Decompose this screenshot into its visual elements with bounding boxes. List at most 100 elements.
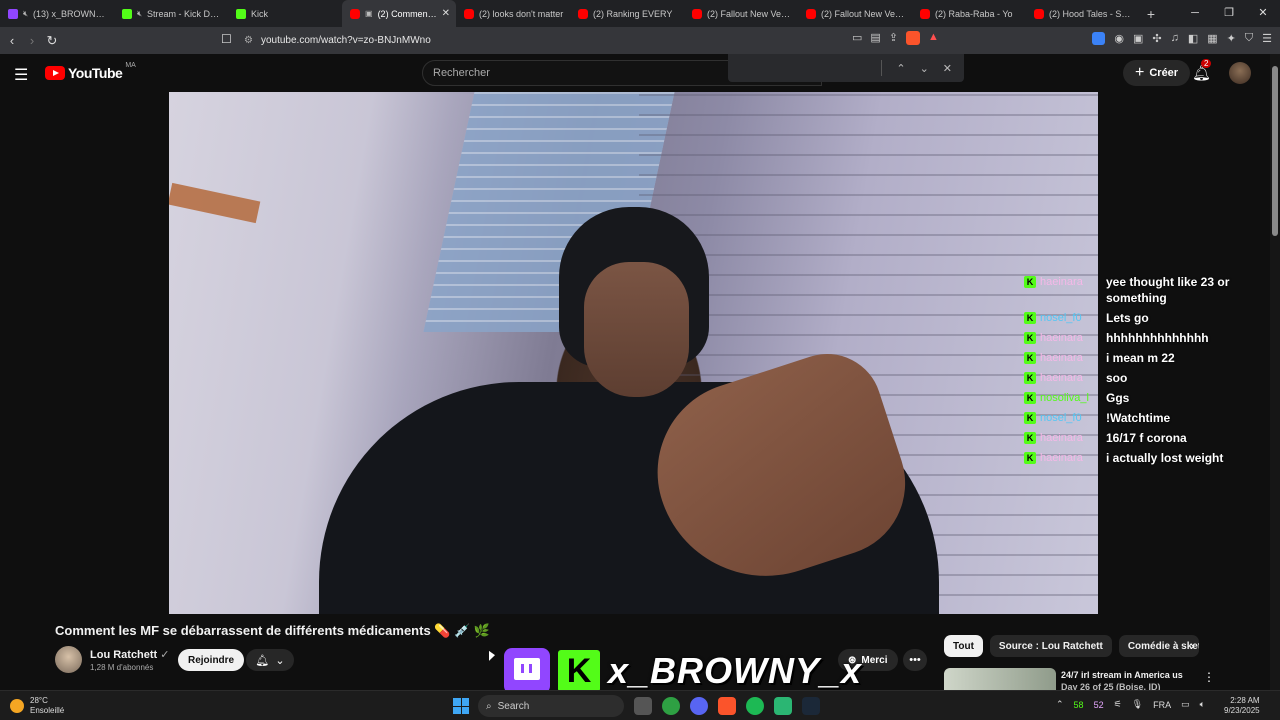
tab-strip: 🔇︎ (13) x_BROWNY_x 🔇︎ Stream - Kick Dash Kic… [0, 0, 1280, 27]
weather-condition: Ensoleillé [30, 706, 65, 715]
browser-tab[interactable]: (2) Fallout New Vegas [798, 0, 912, 27]
language-indicator[interactable]: FRA [1153, 700, 1171, 710]
create-button[interactable]: + Créer [1123, 60, 1191, 86]
new-tab-button[interactable]: + [1140, 6, 1162, 22]
channel-name-text: Lou Ratchett [90, 649, 158, 661]
browser-tab[interactable]: (2) Raba-Raba - Yo [912, 0, 1026, 27]
task-view-icon[interactable] [634, 697, 652, 715]
extension-icon[interactable] [1092, 32, 1106, 45]
stream-chat-overlay: Khaeinara yee thought like 23 or somethin… [1024, 274, 1264, 470]
chat-message: Khaeinara yee thought like 23 or somethin… [1024, 274, 1264, 306]
browser-tab[interactable]: (2) looks don't matter [456, 0, 570, 27]
twitch-icon [8, 8, 18, 19]
menu-icon[interactable]: ☰ [1262, 32, 1272, 45]
kick-icon: K [1024, 432, 1036, 444]
close-tab-icon[interactable]: ✕ [442, 8, 450, 19]
microphone-icon[interactable]: 🎙︎ [1132, 699, 1143, 710]
chat-message: Knosel_f0 !Watchtime [1024, 410, 1264, 426]
sidebar-icon[interactable]: ◧ [1188, 32, 1198, 45]
volume-icon[interactable]: 🔈︎ [1200, 699, 1205, 710]
browser-tab[interactable]: Kick [228, 0, 342, 27]
browser-tab[interactable]: 🔇︎ (13) x_BROWNY_x [0, 0, 114, 27]
chat-message: Khaeinara i actually lost weight [1024, 450, 1264, 466]
browser-tab[interactable]: (2) Fallout New Vegas [684, 0, 798, 27]
leo-icon[interactable]: ✦ [1227, 32, 1236, 45]
filter-chip[interactable]: Source : Lou Ratchett [989, 635, 1112, 657]
find-next-icon[interactable]: ⌄ [920, 62, 929, 75]
extension-icon[interactable]: ▣ [1133, 32, 1143, 45]
recommendation-thumbnail[interactable] [944, 668, 1056, 690]
bookmark-icon[interactable]: ☐ [221, 32, 232, 46]
kick-icon: K [1024, 372, 1036, 384]
kick-icon: K [1024, 452, 1036, 464]
browser-tab[interactable]: 🔇︎ Stream - Kick Dash [114, 0, 228, 27]
tray-overflow-icon[interactable]: ⌃ [1056, 699, 1064, 710]
steam-icon[interactable] [802, 697, 820, 715]
muted-icon[interactable]: 🔇︎ [23, 9, 28, 19]
hamburger-menu-icon[interactable]: ☰ [14, 65, 28, 85]
account-avatar[interactable] [1229, 62, 1251, 84]
brave-browser-icon[interactable] [718, 697, 736, 715]
network-icon[interactable]: ⚟ [1114, 699, 1122, 710]
notifications-button[interactable]: 🔔︎ 2 [1192, 59, 1212, 82]
tab-list: 🔇︎ (13) x_BROWNY_x 🔇︎ Stream - Kick Dash Kic… [0, 0, 1140, 27]
wallet-icon[interactable]: ▦ [1207, 32, 1217, 45]
youtube-icon [692, 8, 702, 19]
temperature: 28°C [30, 696, 48, 705]
reload-icon[interactable]: ↻ [42, 33, 62, 49]
brave-rewards-icon[interactable]: ▲ [928, 31, 939, 45]
puzzle-icon[interactable]: ✣ [1152, 32, 1161, 45]
windows-start-icon[interactable] [453, 698, 469, 714]
cast-icon[interactable]: ▭ [852, 31, 862, 45]
brave-shields-icon[interactable] [906, 31, 921, 45]
chat-message-text: hhhhhhhhhhhhhh [1106, 331, 1209, 345]
weather-widget[interactable]: 28°C Ensoleillé [10, 696, 64, 716]
more-actions-button[interactable]: ••• [903, 649, 927, 671]
filter-chip[interactable]: Comédie à sketch [1118, 635, 1199, 657]
app-icon[interactable] [774, 697, 792, 715]
forward-icon[interactable]: › [22, 33, 42, 48]
window-controls: ─ ❐ ✕ [1178, 0, 1280, 27]
browser-tab[interactable]: (2) Ranking EVERY [570, 0, 684, 27]
minimize-icon[interactable]: ─ [1178, 0, 1212, 27]
reader-mode-icon[interactable]: ▤ [870, 31, 880, 45]
vpn-icon[interactable]: ◉ [1114, 32, 1124, 45]
chevron-right-icon[interactable]: › [1190, 638, 1194, 653]
scrollbar-thumb[interactable] [1272, 66, 1278, 236]
vpn-shield-icon[interactable]: ⛉ [1245, 32, 1253, 45]
recommendation-menu-icon[interactable]: ⋮ [1203, 670, 1215, 684]
browser-tab[interactable]: ▣ (2) Comment le ✕ [342, 0, 456, 27]
picture-in-picture-icon[interactable]: ▣ [365, 9, 373, 18]
channel-name[interactable]: Lou Ratchett ✓ [90, 648, 170, 661]
taskbar-search[interactable]: ⌕ Search [478, 695, 624, 717]
tab-title: (2) Hood Tales - Shoot [1049, 8, 1134, 19]
chevron-down-icon: ⌄ [275, 654, 285, 667]
browser-tab[interactable]: (2) Hood Tales - Shoot [1026, 0, 1140, 27]
media-icon[interactable]: ♫ [1171, 32, 1179, 45]
site-info-icon[interactable]: ⚙ [244, 35, 253, 46]
channel-avatar[interactable] [55, 646, 82, 673]
subscription-notifications-button[interactable]: 🔔︎ ⌄ [246, 649, 294, 671]
share-icon[interactable]: ⇪ [889, 31, 898, 45]
filter-chip[interactable]: Tout [944, 635, 983, 657]
chat-username: nosel_f0 [1040, 312, 1082, 324]
video-player[interactable] [169, 92, 1098, 614]
page-scrollbar[interactable] [1270, 54, 1280, 690]
spotify-icon[interactable] [746, 697, 764, 715]
back-icon[interactable]: ‹ [2, 33, 22, 48]
chat-message-text: soo [1106, 371, 1128, 385]
maximize-icon[interactable]: ❐ [1212, 0, 1246, 27]
app-icon[interactable] [662, 697, 680, 715]
thanks-label: Merci [861, 654, 888, 666]
display-icon[interactable]: ▭ [1181, 699, 1190, 710]
youtube-logo[interactable]: YouTube MA [45, 62, 136, 81]
sun-icon [10, 699, 24, 713]
taskbar-clock[interactable]: 2:28 AM 9/23/2025 [1224, 696, 1260, 716]
close-window-icon[interactable]: ✕ [1246, 0, 1280, 27]
youtube-header: ☰ YouTube MA Rechercher ⌃ ⌄ ✕ + Créer 🔔︎… [0, 54, 1270, 92]
find-previous-icon[interactable]: ⌃ [896, 62, 905, 75]
find-close-icon[interactable]: ✕ [943, 62, 952, 75]
discord-icon[interactable] [690, 697, 708, 715]
muted-icon[interactable]: 🔇︎ [137, 9, 142, 19]
join-button[interactable]: Rejoindre [178, 649, 245, 671]
